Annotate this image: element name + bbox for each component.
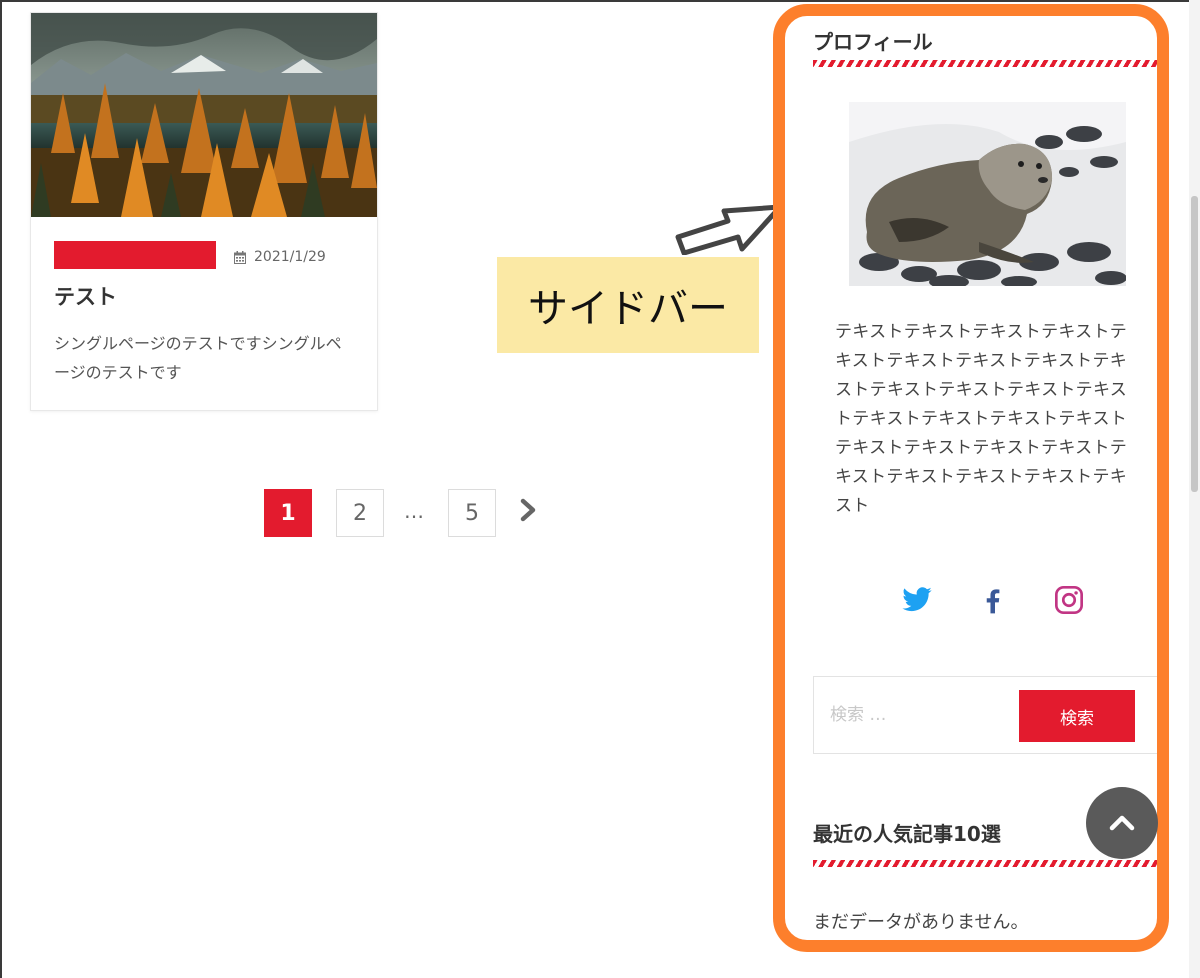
article-card[interactable]: 2021/1/29 テスト シングルページのテストですシングルページのテストです	[30, 12, 378, 411]
title-underline	[813, 860, 1157, 867]
chevron-right-icon[interactable]	[516, 497, 540, 523]
page-ellipsis: …	[404, 499, 424, 523]
social-links	[901, 584, 1085, 616]
facebook-icon[interactable]	[977, 584, 1009, 616]
post-date-text: 2021/1/29	[254, 249, 326, 265]
scrollbar-thumb[interactable]	[1191, 196, 1198, 492]
page-link-last[interactable]: 5	[448, 489, 496, 537]
page-link[interactable]: 2	[336, 489, 384, 537]
no-data-message: まだデータがありません。	[813, 912, 1029, 933]
window-top-border	[0, 0, 1200, 2]
page-link-current[interactable]: 1	[264, 489, 312, 537]
window-left-border	[0, 0, 2, 978]
title-underline	[813, 60, 1157, 67]
profile-image	[849, 102, 1126, 286]
twitter-icon[interactable]	[901, 584, 933, 616]
profile-text: テキストテキストテキストテキストテキストテキストテキストテキストテキストテキスト…	[835, 322, 1128, 516]
article-title[interactable]: テスト	[54, 281, 117, 311]
calendar-icon	[234, 250, 246, 264]
instagram-icon[interactable]	[1053, 584, 1085, 616]
profile-widget-title: プロフィール	[813, 30, 933, 54]
chevron-up-icon	[1109, 815, 1135, 831]
search-form: 検索	[813, 676, 1157, 754]
search-button[interactable]: 検索	[1019, 690, 1135, 742]
post-date: 2021/1/29	[234, 249, 326, 265]
scrollbar[interactable]	[1189, 0, 1200, 978]
popular-posts-title: 最近の人気記事10選	[813, 822, 1001, 846]
article-thumbnail[interactable]	[31, 13, 377, 217]
arrow-right-icon	[675, 204, 783, 255]
annotation-label: サイドバー	[497, 257, 759, 353]
category-tag[interactable]	[54, 241, 216, 269]
back-to-top-button[interactable]	[1086, 787, 1158, 859]
article-excerpt: シングルページのテストですシングルページのテストです	[54, 334, 342, 382]
search-input[interactable]	[828, 689, 1012, 741]
